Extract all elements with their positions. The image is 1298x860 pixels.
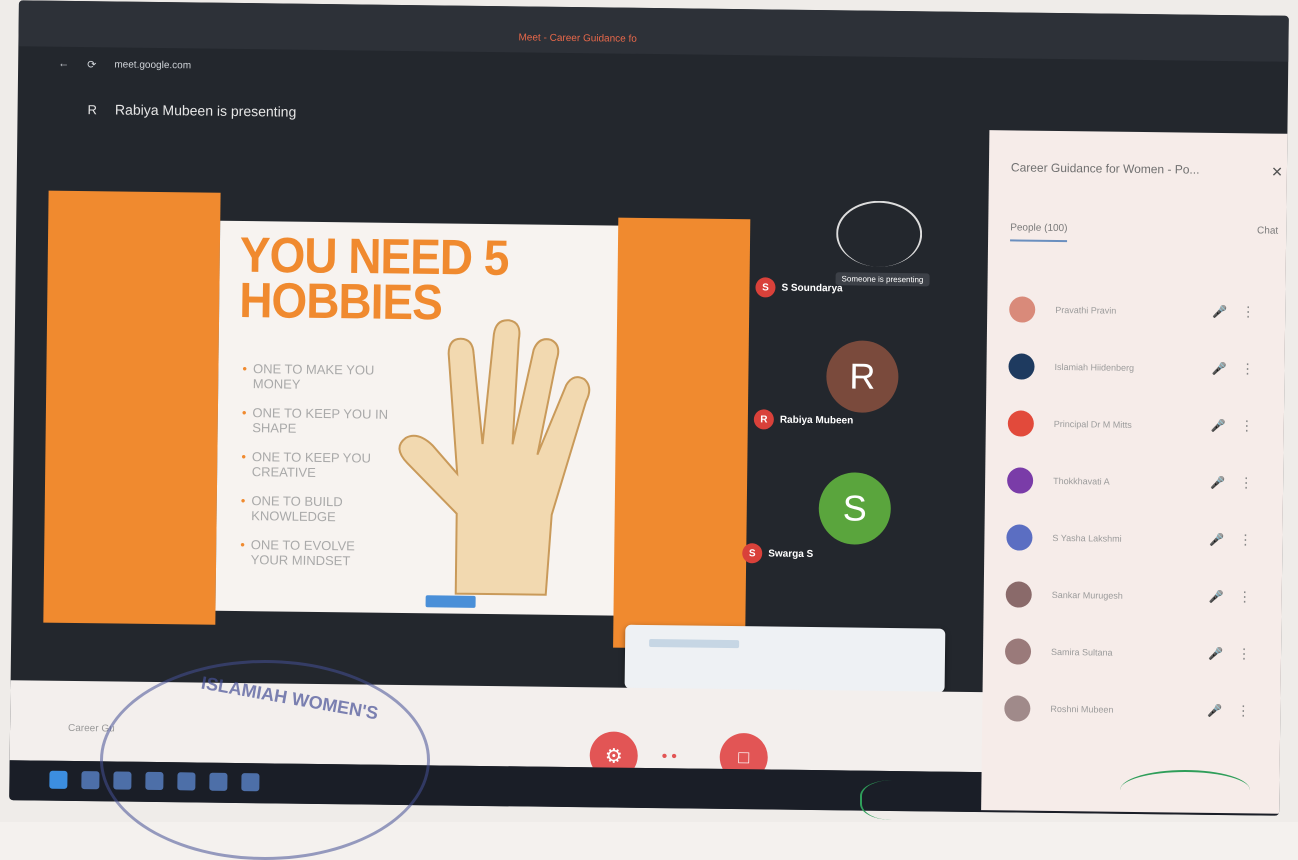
address-bar: ← ⟳ meet.google.com — [58, 53, 191, 77]
participant-avatar: R — [825, 340, 899, 414]
mic-off-icon: ⚙ — [604, 744, 623, 768]
mic-off-icon: R — [753, 409, 774, 430]
more-vert-icon[interactable]: ⋮ — [1238, 531, 1252, 548]
presenting-banner: R Rabiya Mubeen is presenting — [87, 101, 297, 120]
panel-title: Career Guidance for Women - Po... — [1010, 160, 1200, 177]
more-vert-icon[interactable]: ⋮ — [1240, 417, 1254, 434]
slide-bullet: • ONE TO MAKE YOU MONEY — [242, 361, 375, 392]
taskbar-app-icon[interactable] — [81, 771, 100, 790]
close-icon[interactable]: ✕ — [1271, 164, 1283, 181]
screenshare-tile — [835, 200, 923, 268]
mic-icon[interactable]: 🎤 — [1211, 361, 1226, 375]
slide-bullet: • ONE TO BUILD KNOWLEDGE — [240, 493, 343, 525]
presentation-slide: YOU NEED 5 HOBBIES • ONE TO MAKE YOU MONE… — [215, 220, 621, 616]
reload-icon[interactable]: ⟳ — [87, 58, 96, 71]
avatar — [1009, 295, 1036, 323]
avatar — [1004, 637, 1032, 665]
presenting-badge: Someone is presenting — [835, 272, 930, 287]
list-item[interactable]: Samira Sultana 🎤 ⋮ — [1004, 622, 1274, 682]
mic-icon[interactable]: 🎤 — [1209, 589, 1224, 603]
mic-icon[interactable]: 🎤 — [1207, 703, 1222, 717]
mic-icon[interactable]: 🎤 — [1211, 418, 1226, 432]
avatar — [1006, 466, 1034, 494]
list-item[interactable]: Roshni Mubeen 🎤 ⋮ — [1004, 679, 1273, 739]
more-vert-icon[interactable]: ⋮ — [1239, 474, 1253, 491]
presenter-avatar: R — [87, 101, 98, 117]
avatar — [1006, 523, 1033, 551]
slide-margin-left — [43, 190, 221, 625]
notification-toast[interactable] — [624, 624, 946, 693]
more-vert-icon[interactable]: ⋮ — [1238, 588, 1252, 605]
mic-icon[interactable]: 🎤 — [1209, 532, 1224, 546]
slide-bullet: • ONE TO KEEP YOU IN SHAPE — [241, 405, 389, 436]
list-item[interactable]: Thokkhavati A 🎤 ⋮ — [1006, 451, 1276, 511]
camera-off-icon: □ — [738, 746, 750, 767]
signature-mark — [860, 780, 940, 820]
participant-tile-label: S S Soundarya — [755, 277, 843, 298]
tab-chat[interactable]: Chat — [1257, 225, 1278, 244]
participant-list: Pravathi Pravin 🎤 ⋮ Islamiah Hiidenberg 🎤 ⋮ … — [1004, 280, 1278, 739]
slide-bullets: • ONE TO MAKE YOU MONEY • ONE TO KEEP YOU … — [240, 361, 393, 583]
browser-tab[interactable]: Meet - Career Guidance fo — [518, 32, 637, 44]
mic-off-icon: S — [742, 543, 763, 564]
participant-tile-label: S Swarga S — [742, 543, 813, 564]
more-vert-icon[interactable]: ⋮ — [1237, 645, 1251, 662]
avatar — [1008, 352, 1035, 380]
hand-illustration — [398, 319, 591, 596]
list-item[interactable]: Islamiah Hiidenberg 🎤 ⋮ — [1008, 337, 1277, 397]
avatar — [1004, 694, 1031, 722]
tab-people[interactable]: People (100) — [1010, 222, 1068, 243]
start-icon[interactable] — [49, 770, 68, 789]
mic-icon[interactable]: 🎤 — [1212, 304, 1227, 318]
more-options-dots[interactable]: •• — [662, 748, 681, 766]
list-item[interactable]: Sankar Murugesh 🎤 ⋮ — [1005, 565, 1274, 625]
slide-bullet: • ONE TO EVOLVE YOUR MINDSET — [240, 537, 355, 569]
signature-mark — [1120, 770, 1250, 810]
presenting-text: Rabiya Mubeen is presenting — [114, 101, 297, 120]
slide-bullet: • ONE TO KEEP YOU CREATIVE — [241, 449, 372, 480]
list-item[interactable]: S Yasha Lakshmi 🎤 ⋮ — [1006, 508, 1275, 568]
more-vert-icon[interactable]: ⋮ — [1240, 360, 1254, 377]
slide-footer-tag — [425, 595, 476, 608]
more-vert-icon[interactable]: ⋮ — [1241, 303, 1255, 320]
url-text[interactable]: meet.google.com — [114, 59, 191, 71]
toast-text — [649, 639, 740, 649]
panel-tabs: People (100) Chat — [1010, 222, 1278, 244]
participant-avatar: S — [818, 472, 892, 545]
mic-icon[interactable]: 🎤 — [1208, 646, 1223, 660]
back-icon[interactable]: ← — [58, 58, 69, 70]
avatar — [1007, 409, 1035, 437]
mic-off-icon: S — [755, 277, 776, 298]
list-item[interactable]: Pravathi Pravin 🎤 ⋮ — [1009, 280, 1278, 340]
list-item[interactable]: Principal Dr M Mitts 🎤 ⋮ — [1007, 394, 1276, 454]
more-vert-icon[interactable]: ⋮ — [1236, 702, 1250, 719]
people-panel: Career Guidance for Women - Po... ✕ Peop… — [981, 130, 1289, 814]
slide-margin-right — [613, 217, 751, 650]
avatar — [1005, 580, 1032, 608]
mic-icon[interactable]: 🎤 — [1210, 475, 1225, 489]
participant-tile-label: R Rabiya Mubeen — [753, 409, 854, 430]
